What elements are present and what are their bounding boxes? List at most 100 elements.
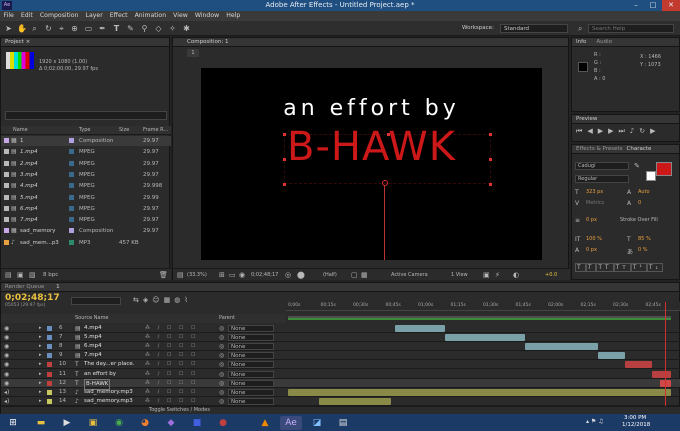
subscript-icon[interactable]: T₁ <box>646 263 663 272</box>
item-label[interactable] <box>69 183 74 189</box>
timeline-layer-row[interactable]: ◉ ▸ 8 ▤ 6.mp4 ⁂ ∕ ☐ ☐ ☐ ◎ None <box>1 342 680 352</box>
info-tab[interactable]: Info <box>576 39 586 45</box>
item-label[interactable] <box>69 138 74 143</box>
visibility-eye-icon[interactable]: ◂) <box>4 388 9 397</box>
expand-arrow-icon[interactable]: ▸ <box>39 333 42 342</box>
menu-animation[interactable]: Animation <box>131 11 170 21</box>
parent-dropdown[interactable]: None <box>228 397 274 405</box>
toggle-switches-modes[interactable]: Toggle Switches / Modes <box>149 407 210 413</box>
bbox-handle[interactable] <box>489 158 492 161</box>
render-queue-tab[interactable]: Render Queue <box>5 284 44 290</box>
exposure-value[interactable]: +0.0 <box>545 269 557 281</box>
menu-window[interactable]: Window <box>191 11 222 21</box>
layer-duration-bar[interactable] <box>445 334 526 342</box>
small-caps-icon[interactable]: Tт <box>613 263 631 272</box>
layer-label-color[interactable] <box>47 371 52 377</box>
pan-behind-tool-icon[interactable]: ⊕ <box>70 24 79 33</box>
parent-dropdown[interactable]: None <box>228 379 274 387</box>
timeline-layer-row[interactable]: ◉ ▸ 12 T B-HAWK ⁂ ∕ ☐ ☐ ☐ ◎ None <box>1 378 680 390</box>
start-button[interactable]: ⊞ <box>2 416 24 430</box>
leading-value[interactable]: Auto <box>638 189 650 195</box>
layer-switch-icons[interactable]: ⁂ ∕ ☐ ☐ ☐ <box>145 333 199 342</box>
parent-pickwhip-icon[interactable]: ◎ <box>219 379 224 388</box>
layer-name[interactable]: sad_memory.mp3 <box>84 388 133 397</box>
last-frame-icon[interactable]: ⏭ <box>618 127 629 135</box>
parent-pickwhip-icon[interactable]: ◎ <box>219 397 224 406</box>
parent-pickwhip-icon[interactable]: ◎ <box>219 370 224 379</box>
taskbar-aftereffects-icon[interactable]: Ae <box>280 416 302 430</box>
new-comp-icon[interactable]: ▧ <box>29 271 36 279</box>
faux-bold-icon[interactable]: T <box>575 263 586 272</box>
prev-frame-icon[interactable]: ◀ <box>587 127 597 135</box>
rotate-tool-icon[interactable]: ↻ <box>44 24 53 33</box>
taskbar-vlc-icon[interactable]: ▲ <box>254 416 276 430</box>
visibility-eye-icon[interactable]: ◉ <box>4 370 9 379</box>
font-size-value[interactable]: 323 px <box>586 189 603 195</box>
layer-label-color[interactable] <box>47 362 52 368</box>
audio-icon[interactable]: ♪ <box>630 127 639 135</box>
taskbar-visualstudio-icon[interactable]: ◆ <box>160 416 182 430</box>
taskbar-app2-icon[interactable]: ● <box>212 416 234 430</box>
close-button[interactable]: ✕ <box>662 0 680 11</box>
expand-arrow-icon[interactable]: ▸ <box>39 342 42 351</box>
menu-layer[interactable]: Layer <box>82 11 106 21</box>
project-tab[interactable]: Project × <box>1 38 169 47</box>
faux-italic-icon[interactable]: T <box>585 263 597 272</box>
menu-effect[interactable]: Effect <box>106 11 131 21</box>
ram-preview-icon[interactable]: ▶ <box>650 127 660 135</box>
header-source-name[interactable]: Source Name <box>75 314 109 323</box>
zoom-tool-icon[interactable]: ⌕ <box>30 24 39 33</box>
help-search-icon[interactable]: ⌕ <box>578 24 582 34</box>
project-item[interactable]: ♪ sad_mem...p3 MP3 457 KB <box>1 238 171 248</box>
project-item[interactable]: ▤ 1.mp4 MPEG 29.97 <box>1 147 171 157</box>
anchor-point[interactable] <box>382 180 388 186</box>
layer-switch-icons[interactable]: ⁂ ∕ ☐ ☐ ☐ <box>145 351 199 360</box>
stroke-type-dropdown[interactable]: Stroke Over Fill <box>620 217 658 223</box>
project-item[interactable]: ▤ 7.mp4 MPEG 29.97 <box>1 215 171 225</box>
clone-tool-icon[interactable]: ⚲ <box>140 24 149 33</box>
tracking-value[interactable]: 0 <box>638 200 641 206</box>
layer-switch-icons[interactable]: ⁂ ∕ ☐ ☐ ☐ <box>145 342 199 351</box>
expand-arrow-icon[interactable]: ▸ <box>39 370 42 379</box>
brush-tool-icon[interactable]: ✎ <box>126 24 135 33</box>
tray-icons[interactable]: ▴ ⚑ ♫ <box>586 418 604 425</box>
grid-icon[interactable]: ⊞ <box>219 269 225 281</box>
timeline-layer-row[interactable]: ◉ ▸ 7 ▤ 5.mp4 ⁂ ∕ ☐ ☐ ☐ ◎ None <box>1 333 680 343</box>
layer-label-color[interactable] <box>47 353 52 359</box>
parent-dropdown[interactable]: None <box>228 334 274 342</box>
channel-icon[interactable]: ⬤ <box>297 269 305 281</box>
timeline-search-input[interactable] <box>71 297 121 305</box>
stroke-color-swatch[interactable] <box>646 171 656 181</box>
bbox-handle[interactable] <box>489 183 492 186</box>
col-type[interactable]: Type <box>79 126 90 135</box>
first-frame-icon[interactable]: ⏮ <box>576 127 587 135</box>
item-label[interactable] <box>69 160 74 166</box>
layer-switch-icons[interactable]: ⁂ ∕ ☐ ☐ ☐ <box>145 324 199 333</box>
visibility-eye-icon[interactable]: ◉ <box>4 351 9 360</box>
project-item[interactable]: ▤ 3.mp4 MPEG 29.97 <box>1 170 171 180</box>
view-layout-dropdown[interactable]: 1 View <box>451 269 468 281</box>
visibility-eye-icon[interactable]: ◉ <box>4 324 9 333</box>
toggle-pixel-icon[interactable]: ▣ <box>483 269 490 281</box>
text-layer-an-effort-by[interactable]: an effort by <box>201 96 542 121</box>
loop-icon[interactable]: ↻ <box>639 127 650 135</box>
item-label[interactable] <box>69 171 74 177</box>
timeline-layer-row[interactable]: ◉ ▸ 10 T The day...er place. ⁂ ∕ ☐ ☐ ☐ ◎ None <box>1 360 680 370</box>
timeline-layer-row[interactable]: ◂) ▸ 14 ♪ sad_memory.mp3 ⁂ ∕ ☐ ☐ ☐ ◎ None <box>1 397 680 406</box>
layer-duration-bar[interactable] <box>625 361 652 369</box>
expand-arrow-icon[interactable]: ▸ <box>39 360 42 369</box>
menu-edit[interactable]: Edit <box>17 11 36 21</box>
layer-name[interactable]: 5.mp4 <box>84 333 102 342</box>
timeline-layer-row[interactable]: ◉ ▸ 11 Tan effort by ⁂ ∕ ☐ ☐ ☐ ◎ None <box>1 370 680 379</box>
active-camera-dropdown[interactable]: Active Camera <box>391 269 428 281</box>
layer-label-color[interactable] <box>47 380 52 386</box>
mask-icon[interactable]: ▭ <box>229 269 236 281</box>
eyedropper-icon[interactable]: ✎ <box>634 162 640 170</box>
project-item[interactable]: ▦ 1 Composition 29.97 <box>1 136 171 146</box>
hand-tool-icon[interactable]: ✋ <box>17 24 27 33</box>
timeline-timecode[interactable]: 0;02;48;17 <box>5 293 60 303</box>
next-frame-icon[interactable]: ▶ <box>608 127 618 135</box>
expand-arrow-icon[interactable]: ▸ <box>39 324 42 333</box>
taskbar-media-icon[interactable]: ▶ <box>56 416 78 430</box>
timeline-layer-row[interactable]: ◉ ▸ 9 ▤ 7.mp4 ⁂ ∕ ☐ ☐ ☐ ◎ None <box>1 351 680 361</box>
